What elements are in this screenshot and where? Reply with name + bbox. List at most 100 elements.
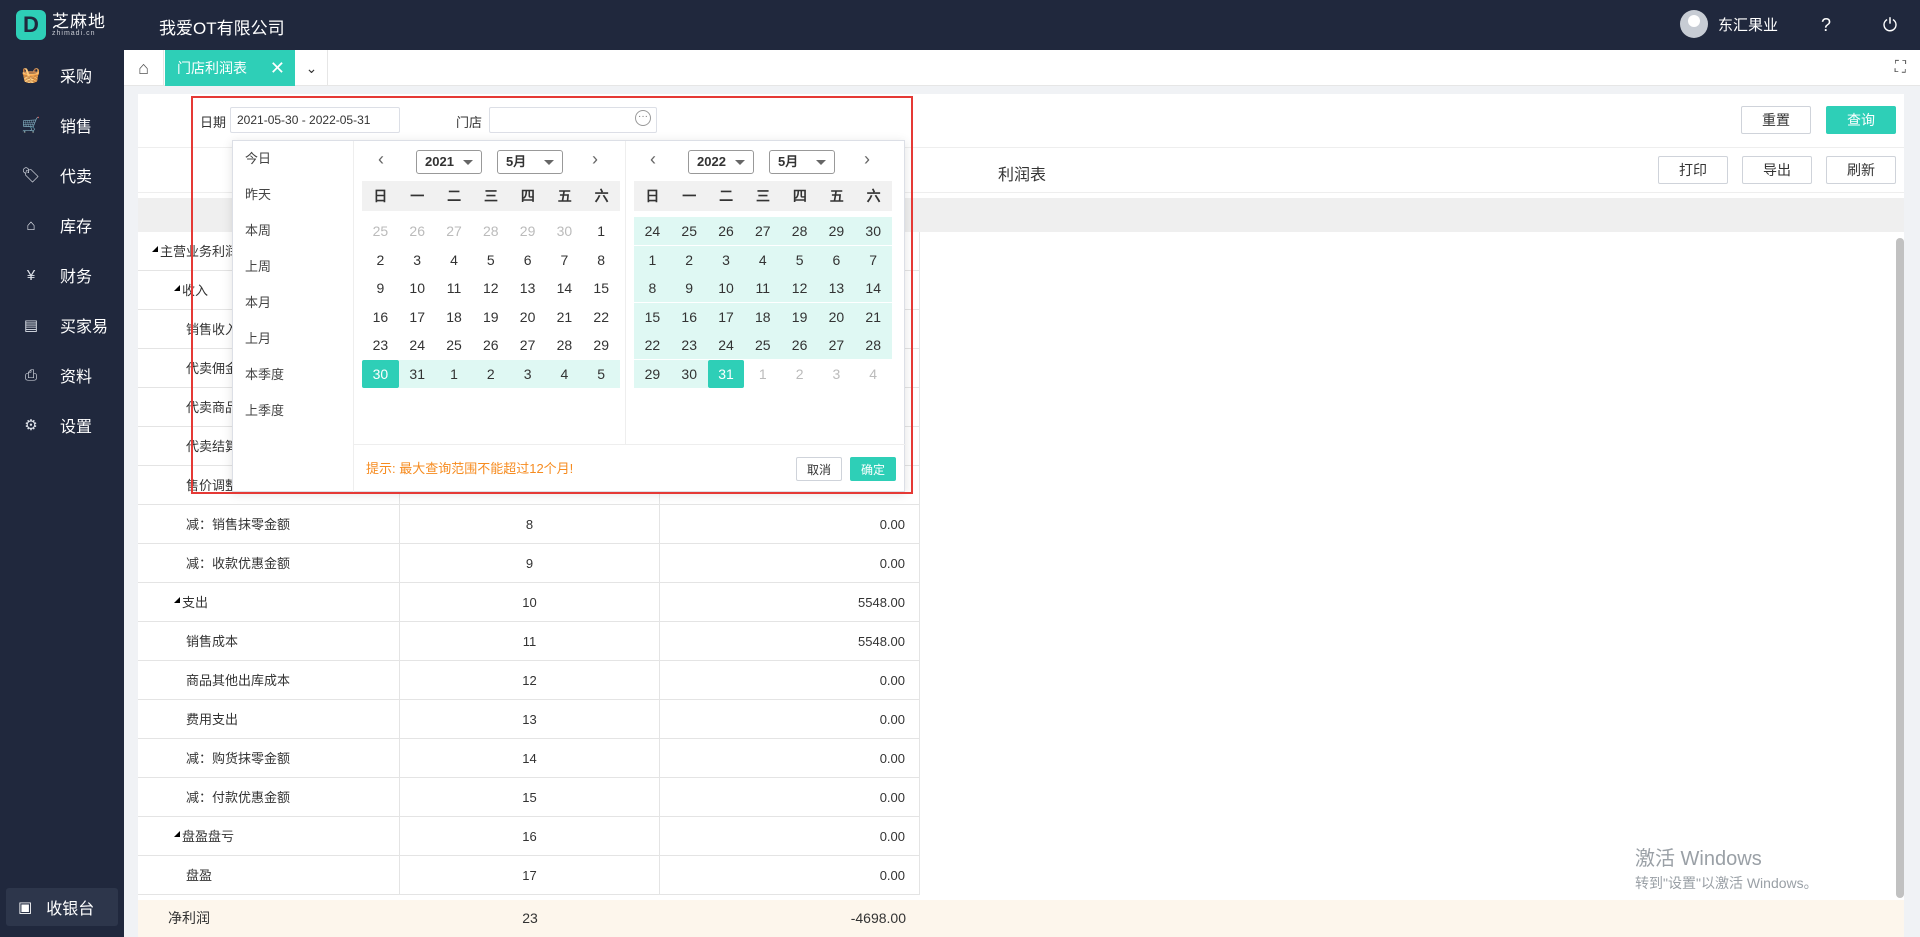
shortcut-item[interactable]: 上月 [233, 321, 353, 357]
calendar-day[interactable]: 8 [583, 246, 620, 274]
calendar-day[interactable]: 28 [854, 331, 892, 359]
shortcut-item[interactable]: 本月 [233, 285, 353, 321]
calendar-day[interactable]: 12 [781, 274, 818, 302]
month-select-right[interactable]: 5月 [769, 150, 835, 174]
calendar-day[interactable]: 2 [670, 245, 708, 274]
calendar-day[interactable]: 27 [436, 217, 473, 245]
logo[interactable]: D 芝麻地 zhimadi.cn [16, 8, 126, 42]
month-select-left[interactable]: 5月 [497, 150, 563, 174]
year-select-left[interactable]: 2021 [416, 150, 482, 174]
calendar-day[interactable]: 5 [582, 359, 620, 388]
refresh-button[interactable]: 刷新 [1826, 156, 1896, 184]
power-icon[interactable]: ⏻ [1878, 13, 1902, 37]
calendar-day[interactable]: 23 [362, 331, 399, 359]
vertical-scrollbar[interactable] [1896, 238, 1904, 898]
cashier-button[interactable]: ▣ 收银台 [6, 888, 118, 926]
shortcut-item[interactable]: 本周 [233, 213, 353, 249]
calendar-day[interactable]: 26 [707, 217, 745, 245]
calendar-day[interactable]: 22 [634, 331, 671, 359]
calendar-day[interactable]: 19 [472, 303, 509, 331]
calendar-day[interactable]: 28 [472, 217, 509, 245]
calendar-day[interactable]: 30 [546, 217, 583, 245]
calendar-day[interactable]: 25 [436, 331, 473, 359]
calendar-day[interactable]: 26 [472, 331, 509, 359]
calendar-day[interactable]: 28 [546, 331, 583, 359]
calendar-day[interactable]: 20 [509, 303, 546, 331]
calendar-day[interactable]: 25 [744, 331, 782, 359]
calendar-day[interactable]: 30 [362, 359, 399, 388]
expand-icon[interactable] [174, 831, 180, 837]
year-select-right[interactable]: 2022 [688, 150, 754, 174]
calendar-day[interactable]: 1 [634, 245, 671, 274]
calendar-day[interactable]: 24 [399, 331, 436, 359]
calendar-day[interactable]: 10 [399, 274, 436, 302]
shortcut-item[interactable]: 今日 [233, 141, 353, 177]
fullscreen-icon[interactable]: ⛶ [1895, 59, 1906, 77]
calendar-day[interactable]: 13 [818, 274, 855, 302]
more-icon[interactable]: ··· [635, 110, 651, 126]
prev-month-icon[interactable]: ‹ [378, 149, 384, 170]
calendar-day[interactable]: 1 [583, 217, 620, 245]
calendar-day[interactable]: 28 [781, 217, 818, 245]
next-month-icon[interactable]: › [864, 149, 870, 170]
chevron-down-icon[interactable]: ⌄ [296, 50, 328, 86]
calendar-day[interactable]: 24 [707, 331, 745, 359]
calendar-day[interactable]: 21 [546, 303, 583, 331]
print-button[interactable]: 打印 [1658, 156, 1728, 184]
sidebar-item-7[interactable]: ⚙ 设置 [0, 400, 124, 450]
calendar-day[interactable]: 7 [546, 246, 583, 274]
calendar-day[interactable]: 2 [362, 246, 399, 274]
calendar-day[interactable]: 3 [707, 245, 745, 274]
calendar-day[interactable]: 15 [634, 302, 671, 331]
help-icon[interactable]: ? [1814, 13, 1838, 37]
reset-button[interactable]: 重置 [1741, 106, 1811, 134]
calendar-day[interactable]: 9 [670, 274, 708, 302]
calendar-day[interactable]: 26 [399, 217, 436, 245]
sidebar-item-3[interactable]: ⌂ 库存 [0, 200, 124, 250]
calendar-day[interactable]: 29 [818, 217, 855, 245]
calendar-day[interactable]: 10 [707, 274, 745, 302]
calendar-day[interactable]: 27 [509, 331, 546, 359]
calendar-day[interactable]: 4 [436, 246, 473, 274]
calendar-day[interactable]: 7 [854, 245, 892, 274]
calendar-day[interactable]: 9 [362, 274, 399, 302]
tab-store-profit[interactable]: 门店利润表 ✕ [165, 50, 295, 86]
calendar-day[interactable]: 17 [707, 302, 745, 331]
calendar-day[interactable]: 6 [818, 245, 855, 274]
close-icon[interactable]: ✕ [270, 58, 285, 79]
calendar-day[interactable]: 12 [472, 274, 509, 302]
calendar-day[interactable]: 1 [744, 360, 781, 388]
calendar-day[interactable]: 13 [509, 274, 546, 302]
calendar-day[interactable]: 16 [362, 303, 399, 331]
calendar-day[interactable]: 3 [399, 246, 436, 274]
calendar-day[interactable]: 26 [781, 331, 818, 359]
calendar-day[interactable]: 8 [634, 274, 671, 302]
calendar-day[interactable]: 2 [472, 359, 510, 388]
calendar-day[interactable]: 16 [670, 302, 708, 331]
shortcut-item[interactable]: 本季度 [233, 357, 353, 393]
confirm-button[interactable]: 确定 [850, 457, 896, 481]
date-range-input[interactable]: 2021-05-30 - 2022-05-31 [230, 107, 400, 133]
calendar-day[interactable]: 3 [818, 360, 855, 388]
sidebar-item-4[interactable]: ¥ 财务 [0, 250, 124, 300]
home-icon[interactable]: ⌂ [124, 50, 164, 86]
calendar-day[interactable]: 18 [436, 303, 473, 331]
calendar-day[interactable]: 25 [670, 217, 708, 245]
calendar-day[interactable]: 14 [854, 274, 892, 302]
calendar-day[interactable]: 11 [436, 274, 473, 302]
calendar-day[interactable]: 18 [744, 302, 782, 331]
calendar-day[interactable]: 11 [744, 274, 782, 302]
cancel-button[interactable]: 取消 [796, 457, 842, 481]
sidebar-item-5[interactable]: ▤ 买家易 [0, 300, 124, 350]
calendar-day[interactable]: 3 [509, 359, 546, 388]
sidebar-item-1[interactable]: 🛒 销售 [0, 100, 124, 150]
calendar-day[interactable]: 27 [744, 217, 782, 245]
calendar-day[interactable]: 22 [583, 303, 620, 331]
sidebar-item-0[interactable]: 🧺 采购 [0, 50, 124, 100]
export-button[interactable]: 导出 [1742, 156, 1812, 184]
calendar-day[interactable]: 17 [399, 303, 436, 331]
calendar-day[interactable]: 29 [583, 331, 620, 359]
calendar-day[interactable]: 21 [854, 302, 892, 331]
store-select[interactable] [489, 107, 657, 133]
shortcut-item[interactable]: 上周 [233, 249, 353, 285]
